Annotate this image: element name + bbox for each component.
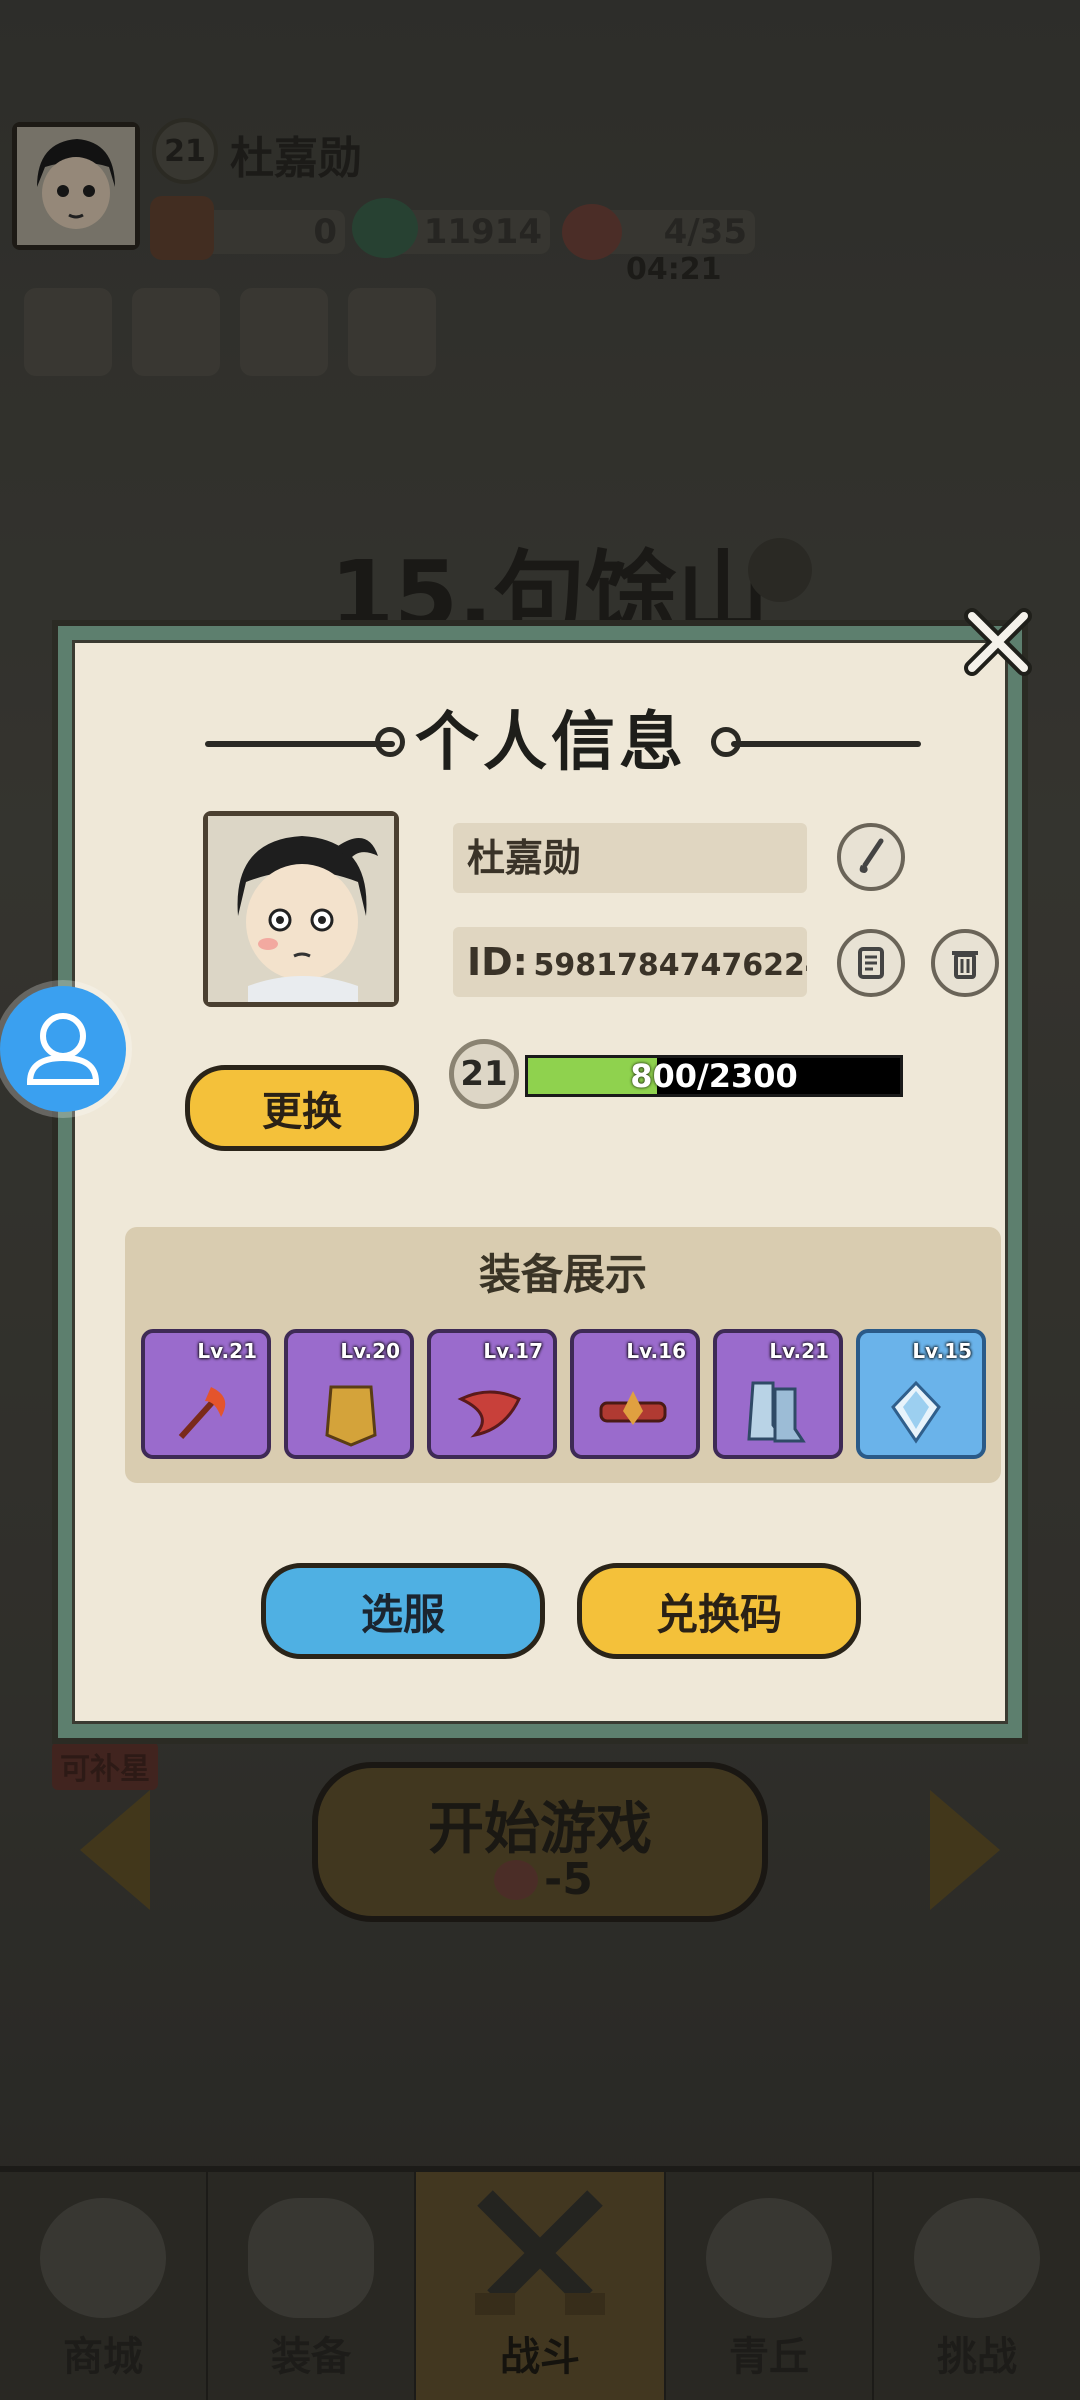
equipment-level: Lv.20 — [340, 1339, 400, 1363]
title-left-swirl — [375, 727, 405, 757]
character-portrait-icon — [208, 816, 394, 1002]
floating-user-button[interactable] — [0, 986, 126, 1112]
profile-avatar — [203, 811, 399, 1007]
exp-bar: 800/2300 — [525, 1055, 903, 1097]
player-id-value: 598178474762240 — [533, 948, 807, 983]
profile-level-badge: 21 — [449, 1039, 519, 1109]
equipment-title: 装备展示 — [478, 1250, 647, 1299]
equipment-level: Lv.15 — [912, 1339, 972, 1363]
dialog-title: 个人信息 — [415, 706, 687, 780]
change-avatar-label: 更换 — [262, 1089, 342, 1135]
user-icon — [26, 1013, 100, 1085]
boots-icon — [747, 1381, 806, 1443]
redeem-code-label: 兑换码 — [655, 1589, 782, 1639]
exp-bar-text: 800/2300 — [630, 1057, 798, 1095]
golden-armor-icon — [325, 1385, 377, 1447]
select-server-button[interactable]: 选服 — [261, 1563, 545, 1659]
equipment-section: 装备展示 Lv.21 Lv.20 Lv.17 Lv.16 Lv.21 Lv.15 — [125, 1227, 1001, 1483]
brush-edit-icon — [859, 838, 884, 873]
delete-account-button[interactable] — [931, 929, 999, 997]
crystal-pendant-icon — [891, 1380, 941, 1444]
profile-dialog-panel: 个人信息 更换 杜嘉勋 ID: 5981784747622 21 800/230… — [72, 640, 1008, 1724]
trash-icon — [952, 951, 978, 979]
equipment-row: Lv.21 Lv.20 Lv.17 Lv.16 Lv.21 Lv.15 — [141, 1329, 986, 1459]
player-name-field: 杜嘉勋 — [453, 823, 807, 893]
equipment-level: Lv.21 — [769, 1339, 829, 1363]
select-server-label: 选服 — [360, 1589, 445, 1639]
title-right-ornament — [731, 741, 921, 747]
profile-dialog: 个人信息 更换 杜嘉勋 ID: 5981784747622 21 800/230… — [52, 620, 1028, 1744]
red-sash-icon — [457, 1390, 521, 1438]
copy-icon — [858, 947, 884, 979]
equipment-level: Lv.21 — [197, 1339, 257, 1363]
copy-id-button[interactable] — [837, 929, 905, 997]
player-id-label: ID: — [467, 940, 528, 984]
edit-name-button[interactable] — [837, 823, 905, 891]
player-name-value: 杜嘉勋 — [467, 836, 582, 880]
phoenix-weapon-icon — [178, 1387, 226, 1440]
equipment-level: Lv.17 — [483, 1339, 543, 1363]
equipment-level: Lv.16 — [626, 1339, 686, 1363]
profile-level-text: 21 — [460, 1054, 508, 1094]
redeem-code-button[interactable]: 兑换码 — [577, 1563, 861, 1659]
change-avatar-button[interactable]: 更换 — [185, 1065, 419, 1151]
close-dialog-button[interactable] — [958, 602, 1038, 682]
close-icon — [964, 608, 1032, 676]
title-left-ornament — [205, 741, 395, 747]
player-id-field: ID: 598178474762240 — [453, 927, 807, 997]
belt-icon — [599, 1391, 667, 1425]
